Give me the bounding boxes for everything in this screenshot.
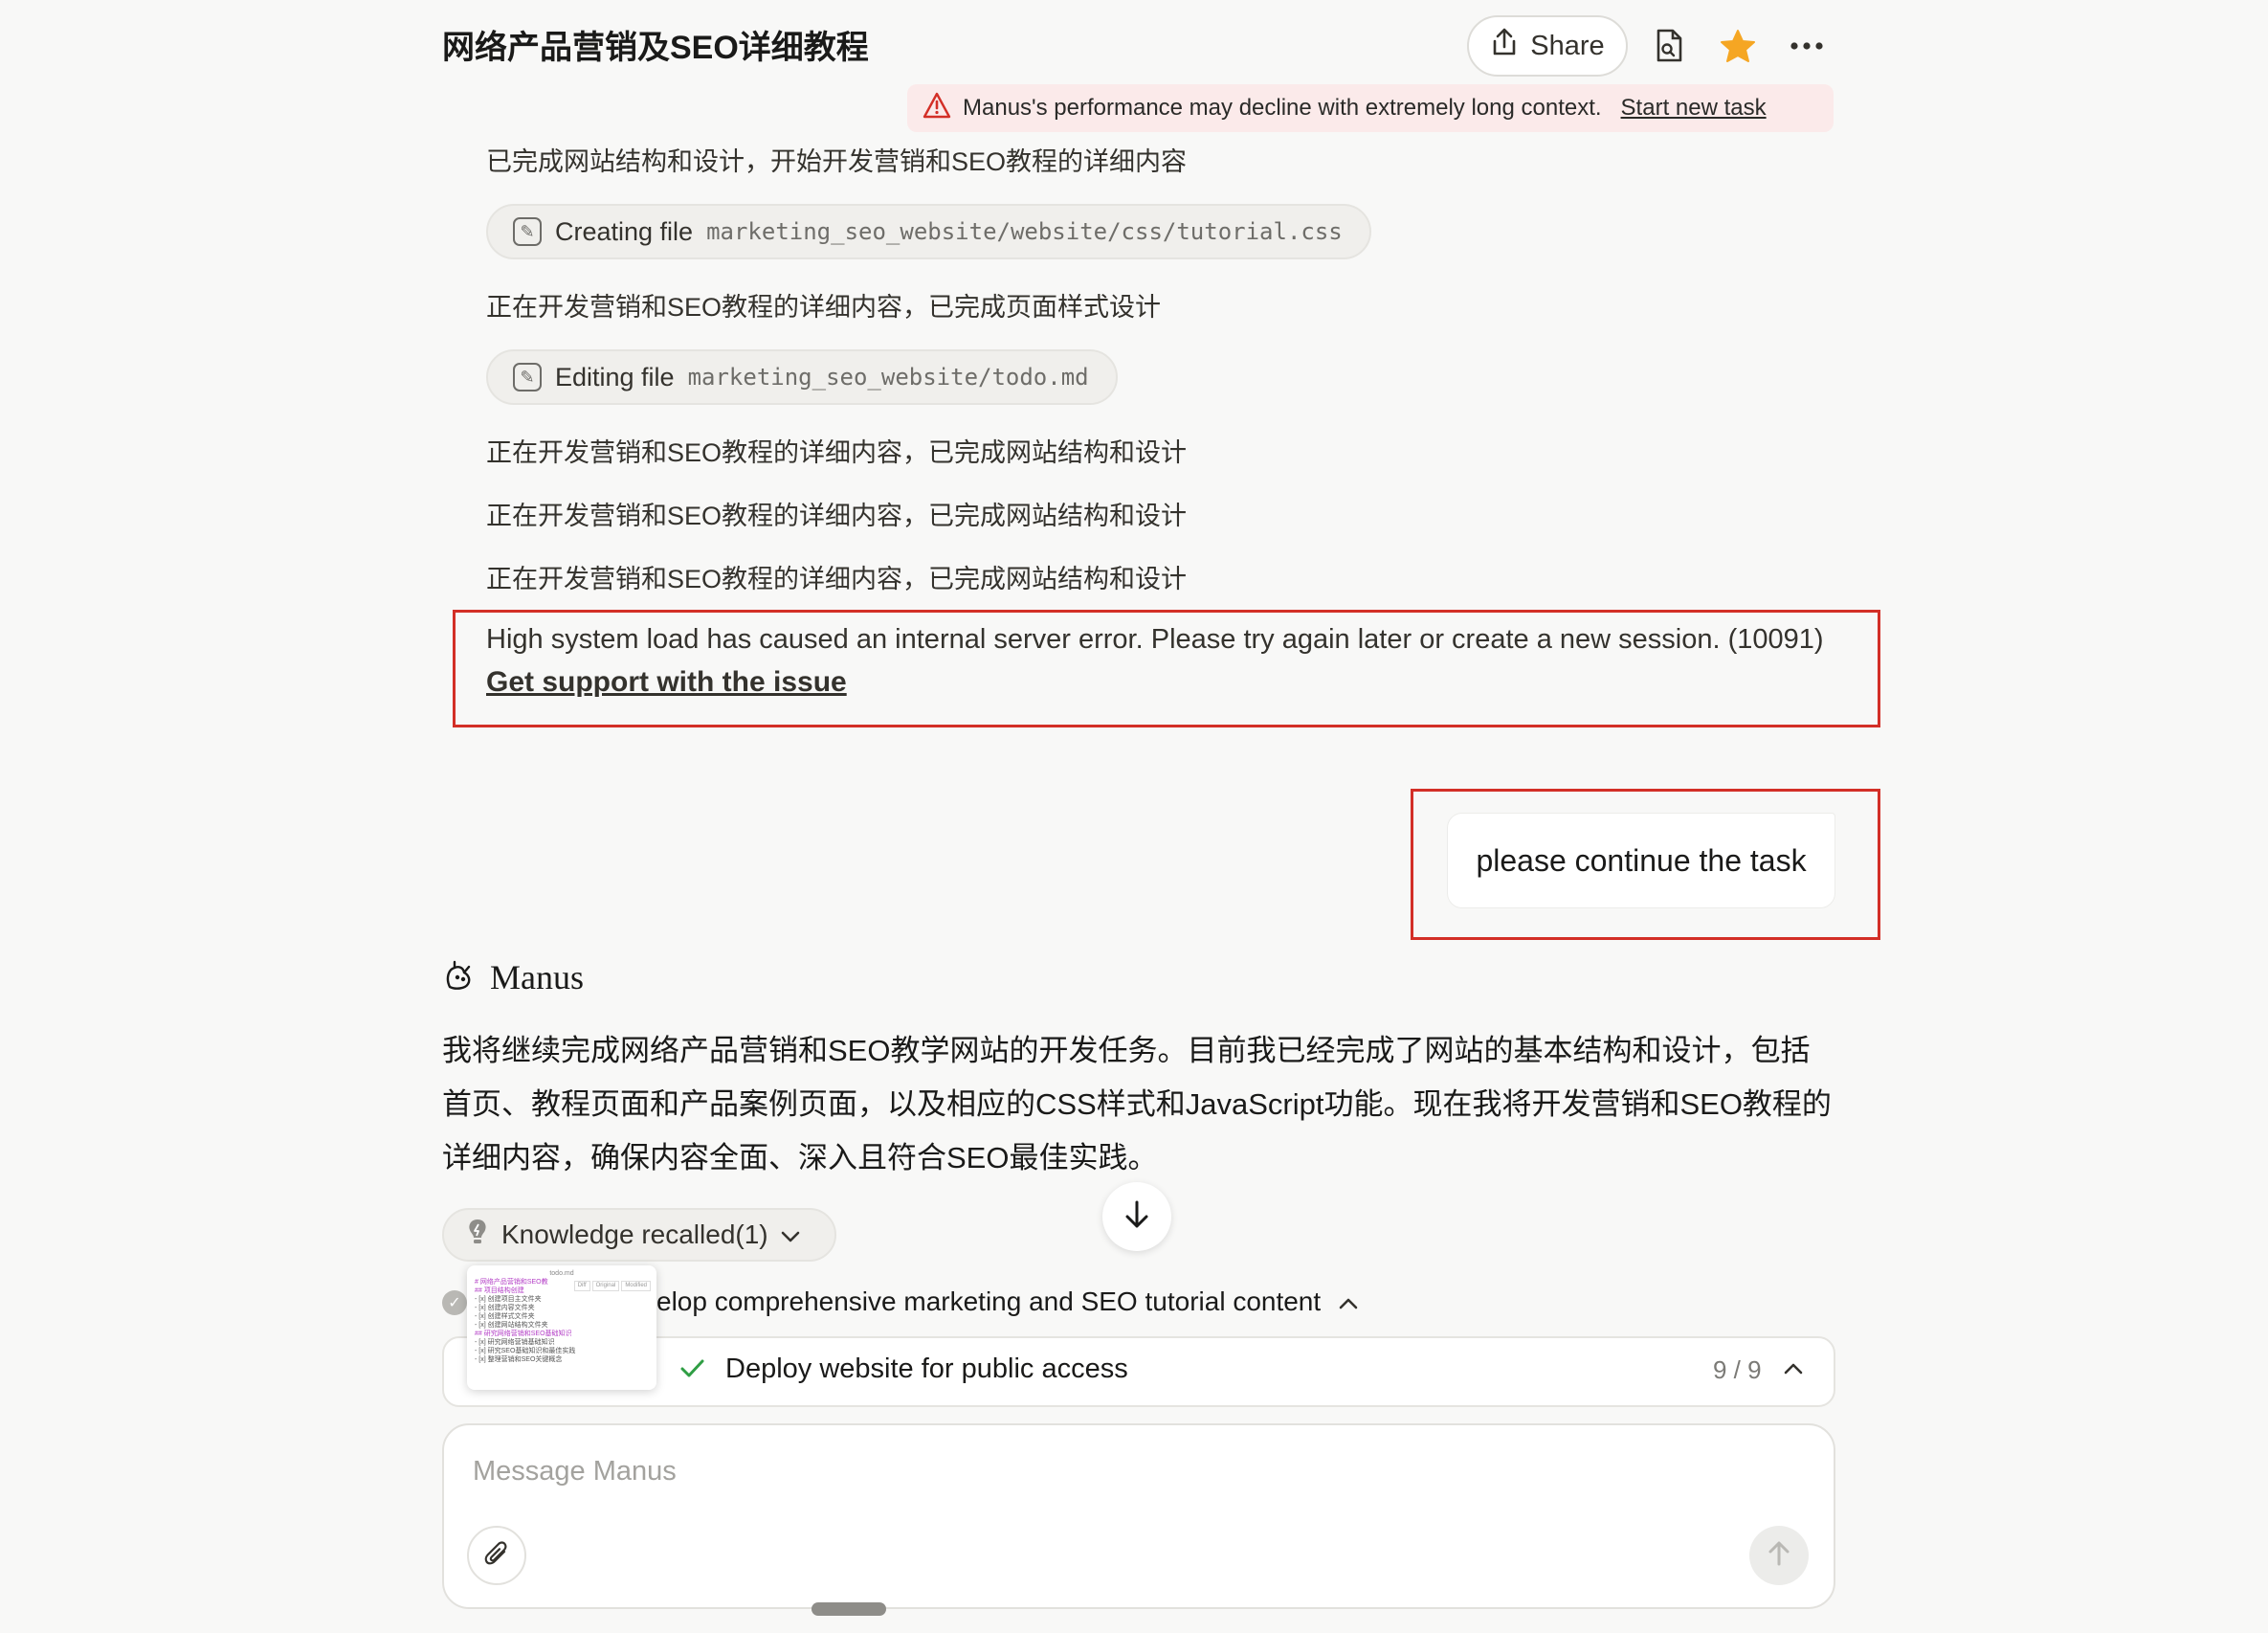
- file-action-path: marketing_seo_website/todo.md: [687, 364, 1089, 391]
- thumbnail-line: - [x] 创建网站结构文件夹: [475, 1322, 548, 1329]
- arrow-up-icon: [1767, 1540, 1791, 1572]
- user-message-bubble: please continue the task: [1447, 813, 1835, 908]
- file-action-verb: Creating file: [555, 216, 694, 246]
- task-progress-count: 9 / 9: [1713, 1355, 1762, 1384]
- warning-icon: [923, 92, 951, 125]
- thumbnail-line: - [x] 创建项目主文件夹: [475, 1296, 542, 1303]
- page-title: 网络产品营销及SEO详细教程: [442, 30, 869, 66]
- warning-text: Manus's performance may decline with ext…: [963, 95, 1602, 121]
- assistant-paragraph: 我将继续完成网络产品营销和SEO教学网站的开发任务。目前我已经完成了网站的基本结…: [442, 1034, 1832, 1174]
- file-preview-thumbnail[interactable]: todo.md Diff Original Modified # 网络产品营销和…: [467, 1265, 656, 1390]
- star-icon[interactable]: [1715, 23, 1761, 69]
- thumbnail-tabs: Diff Original Modified: [573, 1281, 651, 1291]
- thumbnail-tab: Original: [591, 1281, 620, 1291]
- manus-logo-icon: [442, 958, 477, 997]
- arrow-down-icon: [1123, 1199, 1151, 1235]
- share-label: Share: [1530, 30, 1605, 61]
- context-warning-banner: Manus's performance may decline with ext…: [907, 84, 1834, 132]
- send-button[interactable]: [1749, 1526, 1809, 1585]
- chevron-up-icon[interactable]: [1782, 1357, 1805, 1385]
- step-text: 已完成网站结构和设计，开始开发营销和SEO教程的详细内容: [486, 147, 1188, 176]
- thumbnail-line: - [x] 研究SEO基础知识和最佳实践: [475, 1348, 576, 1354]
- error-message: High system load has caused an internal …: [486, 624, 1824, 655]
- share-button[interactable]: Share: [1467, 15, 1628, 77]
- thumbnail-line: - [x] 整理营销和SEO关键概念: [475, 1356, 563, 1363]
- step-text: 正在开发营销和SEO教程的详细内容，已完成网站结构和设计: [486, 565, 1188, 593]
- get-support-link[interactable]: Get support with the issue: [486, 666, 847, 699]
- assistant-name: Manus: [490, 958, 584, 996]
- file-action-path: marketing_seo_website/website/css/tutori…: [706, 218, 1343, 245]
- step-text: 正在开发营销和SEO教程的详细内容，已完成页面样式设计: [486, 293, 1162, 322]
- start-new-task-link[interactable]: Start new task: [1621, 95, 1767, 122]
- thumbnail-line: - [x] 创建内容文件夹: [475, 1305, 535, 1311]
- attach-button[interactable]: [467, 1526, 526, 1585]
- thumbnail-tab: Diff: [573, 1281, 590, 1291]
- thumbnail-line: - [x] 研究网络营销基础知识: [475, 1339, 555, 1346]
- scroll-to-bottom-button[interactable]: [1102, 1182, 1171, 1251]
- file-action-pill[interactable]: ✎ Editing file marketing_seo_website/tod…: [486, 349, 1118, 405]
- assistant-header: Manus: [442, 957, 584, 997]
- current-task-row[interactable]: velop comprehensive marketing and SEO tu…: [643, 1286, 1359, 1317]
- share-icon: [1490, 27, 1519, 65]
- chevron-up-icon: [1338, 1286, 1359, 1317]
- thumbnail-line: - [x] 创建样式文件夹: [475, 1313, 535, 1320]
- file-icon[interactable]: [1646, 23, 1692, 69]
- edit-icon: ✎: [513, 217, 542, 246]
- check-icon: [678, 1353, 706, 1390]
- message-input[interactable]: [473, 1450, 1621, 1492]
- file-action-pill[interactable]: ✎ Creating file marketing_seo_website/we…: [486, 204, 1371, 259]
- chevron-down-icon: [780, 1219, 801, 1250]
- knowledge-label: Knowledge recalled(1): [501, 1219, 768, 1249]
- thumbnail-title: todo.md: [549, 1270, 574, 1277]
- deploy-task-label: Deploy website for public access: [725, 1353, 1128, 1384]
- current-task-text: velop comprehensive marketing and SEO tu…: [643, 1286, 1322, 1316]
- thumbnail-line: ## 研究网络营销和SEO基础知识: [475, 1331, 572, 1337]
- scroll-handle[interactable]: [812, 1602, 886, 1616]
- paperclip-icon: [483, 1539, 510, 1573]
- step-text: 正在开发营销和SEO教程的详细内容，已完成网站结构和设计: [486, 438, 1188, 467]
- lightbulb-icon: [465, 1218, 490, 1253]
- task-check-icon: ✓: [442, 1290, 467, 1315]
- file-action-verb: Editing file: [555, 362, 675, 391]
- more-icon[interactable]: [1784, 23, 1830, 69]
- knowledge-recalled-button[interactable]: Knowledge recalled(1): [442, 1208, 836, 1262]
- step-text: 正在开发营销和SEO教程的详细内容，已完成网站结构和设计: [486, 502, 1188, 530]
- thumbnail-tab: Modified: [621, 1281, 651, 1291]
- edit-icon: ✎: [513, 363, 542, 391]
